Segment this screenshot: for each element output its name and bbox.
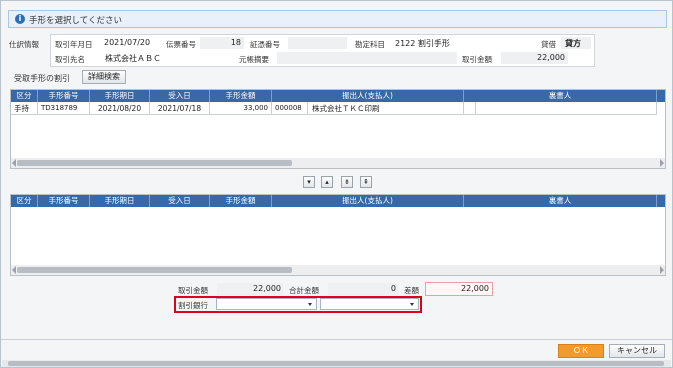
- debit-credit-field: 貸方: [561, 37, 591, 49]
- cell-due-date: 2021/08/20: [90, 102, 150, 115]
- window-horizontal-scrollbar[interactable]: [2, 360, 671, 367]
- lower-bill-grid: 区分 手形番号 手形期日 受入日 手形金額 振出人(支払人) 裏書人: [10, 194, 666, 276]
- voucher-label: 伝票番号: [166, 40, 196, 49]
- discount-branch-select[interactable]: [320, 298, 419, 310]
- ok-button[interactable]: ＯＫ: [558, 344, 604, 358]
- column-header[interactable]: 受入日: [150, 195, 210, 207]
- date-label: 取引年月日: [55, 40, 93, 49]
- discount-bank-select[interactable]: [216, 298, 317, 310]
- message-bar: i 手形を選択してください: [8, 10, 667, 28]
- dialog-window: i 手形を選択してください 仕訳情報 取引年月日 2021/07/20 伝票番号…: [0, 0, 673, 368]
- column-header[interactable]: 区分: [11, 90, 38, 102]
- upper-horizontal-scrollbar[interactable]: [11, 158, 665, 168]
- account-value: 2122 割引手形: [395, 39, 450, 48]
- evidence-label: 証憑番号: [250, 40, 280, 49]
- account-field: 2122 割引手形: [392, 37, 530, 49]
- amount-value: 22,000: [537, 53, 565, 62]
- discount-section-label: 受取手形の割引: [14, 74, 70, 83]
- cell-receipt-date: 2021/07/18: [150, 102, 210, 115]
- column-header[interactable]: 手形金額: [210, 195, 272, 207]
- amount-label: 取引金額: [462, 55, 492, 64]
- cell-bill-amount: 33,000: [210, 102, 272, 115]
- upper-bill-grid: 区分 手形番号 手形期日 受入日 手形金額 振出人(支払人) 裏書人 手持 TD…: [10, 89, 666, 169]
- sum-label: 合計金額: [289, 286, 319, 295]
- column-header[interactable]: 振出人(支払人): [272, 195, 464, 207]
- cell-endorser: [464, 102, 476, 115]
- amount-field: 22,000: [501, 52, 568, 64]
- column-header[interactable]: 振出人(支払人): [272, 90, 464, 102]
- date-value: 2021/07/20: [104, 38, 151, 47]
- lower-horizontal-scrollbar[interactable]: [11, 265, 665, 275]
- column-header[interactable]: 手形番号: [38, 90, 90, 102]
- window-scroll-thumb[interactable]: [8, 361, 664, 366]
- info-icon: i: [15, 14, 25, 24]
- move-all-up-button[interactable]: ⇞: [360, 176, 372, 188]
- scroll-left-icon[interactable]: [12, 266, 16, 274]
- cell-bill-number: TD318789: [38, 102, 90, 115]
- column-header[interactable]: 裏書人: [464, 195, 657, 207]
- difference-value: 22,000: [461, 284, 489, 293]
- difference-field: 22,000: [425, 282, 493, 296]
- cell-category: 手持: [11, 102, 38, 115]
- cancel-button[interactable]: キャンセル: [609, 344, 665, 358]
- partner-field: 株式会社ＡＢＣ: [104, 52, 234, 64]
- cell-endorser-blank: [476, 102, 657, 115]
- account-label: 勘定科目: [355, 40, 385, 49]
- journal-info-panel: 取引年月日 2021/07/20 伝票番号 18 証憑番号 勘定科目 2122 …: [50, 34, 595, 67]
- message-text: 手形を選択してください: [29, 16, 122, 26]
- cell-drawer-name: 株式会社ＴＫＣ印刷: [308, 102, 464, 115]
- column-header[interactable]: 裏書人: [464, 90, 657, 102]
- sum-value: 0: [390, 284, 396, 293]
- lower-grid-header: 区分 手形番号 手形期日 受入日 手形金額 振出人(支払人) 裏書人: [11, 195, 665, 207]
- ledger-label: 元帳摘要: [239, 55, 269, 64]
- total-amount-field: 22,000: [217, 283, 283, 295]
- column-header[interactable]: 区分: [11, 195, 38, 207]
- column-header[interactable]: 手形期日: [90, 195, 150, 207]
- column-header[interactable]: 手形期日: [90, 90, 150, 102]
- discount-bank-label: 割引銀行: [178, 301, 208, 310]
- difference-label: 差額: [404, 286, 419, 295]
- sum-field: 0: [328, 283, 398, 295]
- ledger-field: [277, 52, 457, 64]
- chevron-down-icon[interactable]: [308, 303, 312, 306]
- voucher-field: 18: [200, 37, 244, 49]
- cell-drawer-code: 000008: [272, 102, 308, 115]
- partner-label: 取引先名: [55, 55, 85, 64]
- debit-credit-value: 貸方: [565, 39, 581, 48]
- evidence-field: [288, 37, 347, 49]
- chevron-down-icon[interactable]: [410, 303, 414, 306]
- scroll-left-icon[interactable]: [12, 159, 16, 167]
- footer-divider: [1, 339, 672, 340]
- move-all-down-button[interactable]: ⇟: [341, 176, 353, 188]
- scroll-thumb[interactable]: [17, 267, 292, 273]
- column-header[interactable]: 手形金額: [210, 90, 272, 102]
- scroll-right-icon[interactable]: [660, 159, 664, 167]
- upper-grid-header: 区分 手形番号 手形期日 受入日 手形金額 振出人(支払人) 裏書人: [11, 90, 665, 102]
- total-amount-label: 取引金額: [178, 286, 208, 295]
- column-header[interactable]: 手形番号: [38, 195, 90, 207]
- move-up-button[interactable]: ▴: [321, 176, 333, 188]
- detail-search-button[interactable]: 詳細検索: [82, 70, 126, 84]
- move-down-button[interactable]: ▾: [303, 176, 315, 188]
- scroll-right-icon[interactable]: [660, 266, 664, 274]
- voucher-value: 18: [230, 38, 241, 47]
- journal-section-label: 仕訳情報: [9, 40, 39, 49]
- debit-credit-label: 貸借: [541, 40, 556, 49]
- partner-value: 株式会社ＡＢＣ: [105, 54, 161, 63]
- total-amount-value: 22,000: [253, 284, 281, 293]
- scroll-thumb[interactable]: [17, 160, 292, 166]
- column-header[interactable]: 受入日: [150, 90, 210, 102]
